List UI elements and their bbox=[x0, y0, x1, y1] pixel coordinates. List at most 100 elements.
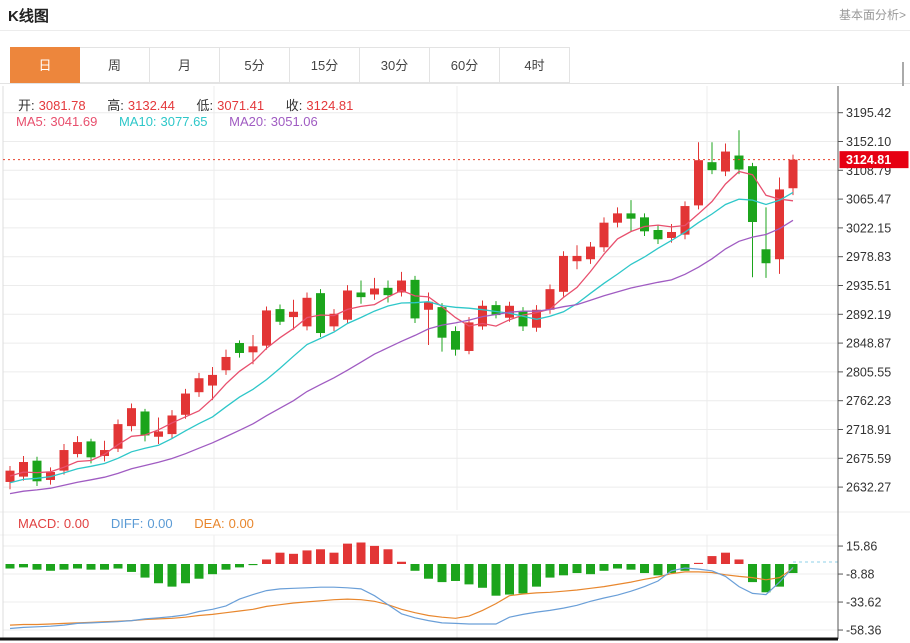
candle bbox=[667, 231, 676, 238]
macd-bar bbox=[181, 564, 190, 584]
macd-bar bbox=[734, 559, 744, 564]
tab-0[interactable]: 日 bbox=[10, 47, 80, 83]
open-value: 3081.78 bbox=[38, 98, 86, 113]
dea-value: 0.00 bbox=[228, 516, 254, 531]
candle bbox=[302, 297, 312, 327]
ohlc-legend: 开: 3081.78 高: 3132.44 低: 3071.41 收: 3124.81 bbox=[18, 95, 357, 114]
tick-label: 2762.23 bbox=[846, 394, 891, 408]
ma20-label: MA20: bbox=[229, 114, 267, 129]
macd-bar bbox=[613, 564, 622, 569]
macd-bar bbox=[451, 564, 460, 581]
macd-bar bbox=[329, 552, 339, 564]
tick-label: 2805.55 bbox=[846, 365, 891, 379]
candle bbox=[275, 309, 285, 322]
candle bbox=[86, 441, 96, 458]
tick-label: 3195.42 bbox=[846, 106, 891, 120]
candle bbox=[208, 374, 217, 386]
tick-label: 2632.27 bbox=[846, 481, 891, 495]
macd-bar bbox=[586, 564, 595, 575]
tab-2[interactable]: 月 bbox=[150, 47, 220, 83]
macd-bar bbox=[262, 559, 271, 564]
candle bbox=[761, 249, 771, 264]
fundamental-analysis-link[interactable]: 基本面分析> bbox=[839, 6, 906, 23]
candle bbox=[572, 255, 582, 262]
scroll-indicator[interactable] bbox=[902, 62, 904, 86]
last-price-tag-label: 3124.81 bbox=[846, 153, 891, 167]
price-axis: 3195.423152.103108.793065.473022.152978.… bbox=[837, 86, 909, 639]
macd-legend: MACD: 0.00 DIFF: 0.00 DEA: 0.00 bbox=[18, 516, 258, 531]
tab-3[interactable]: 5分 bbox=[220, 47, 290, 83]
macd-bar bbox=[235, 564, 244, 568]
candle bbox=[154, 431, 163, 437]
macd-bar bbox=[302, 550, 312, 564]
macd-bar bbox=[653, 564, 663, 576]
macd-bar bbox=[748, 564, 757, 583]
macd-bar bbox=[626, 564, 636, 570]
macd-bar bbox=[464, 564, 474, 585]
candle bbox=[788, 159, 798, 189]
tab-7[interactable]: 4时 bbox=[500, 47, 570, 83]
candle bbox=[613, 213, 622, 223]
macd-bar bbox=[113, 564, 123, 569]
macd-bar bbox=[640, 564, 649, 574]
macd-bar bbox=[289, 553, 298, 564]
low-label: 低: bbox=[196, 98, 214, 113]
tick-label: 2675.59 bbox=[846, 452, 891, 466]
ma5-line bbox=[9, 170, 794, 477]
macd-bar bbox=[680, 564, 690, 571]
tick-label: -33.62 bbox=[846, 596, 881, 610]
candle bbox=[221, 356, 231, 371]
low-value: 3071.41 bbox=[217, 98, 265, 113]
macd-bar bbox=[32, 564, 42, 570]
tab-6[interactable]: 60分 bbox=[430, 47, 500, 83]
tab-4[interactable]: 15分 bbox=[290, 47, 360, 83]
bottom-frame bbox=[0, 637, 838, 641]
ma-legend: MA5: 3041.69 MA10: 3077.65 MA20: 3051.06 bbox=[16, 114, 322, 129]
ma10-value: 3077.65 bbox=[160, 114, 208, 129]
candle bbox=[316, 293, 325, 334]
macd-bar bbox=[140, 564, 150, 578]
candle bbox=[626, 213, 636, 219]
candle bbox=[19, 462, 28, 477]
candle bbox=[194, 378, 204, 393]
macd-bar bbox=[437, 564, 447, 583]
macd-bar bbox=[100, 564, 109, 570]
macd-bar bbox=[194, 564, 204, 579]
candle bbox=[181, 393, 190, 415]
macd-bar bbox=[478, 564, 487, 588]
candle bbox=[734, 155, 744, 170]
tab-5[interactable]: 30分 bbox=[360, 47, 430, 83]
candle bbox=[73, 442, 82, 455]
diff-label: DIFF: bbox=[110, 516, 144, 531]
ma20-value: 3051.06 bbox=[270, 114, 318, 129]
macd-bar bbox=[19, 564, 28, 568]
macd-bar bbox=[545, 564, 555, 578]
grid-layer bbox=[0, 86, 910, 639]
macd-bar bbox=[127, 564, 136, 572]
close-value: 3124.81 bbox=[306, 98, 354, 113]
candle bbox=[383, 287, 393, 296]
macd-bar bbox=[424, 564, 433, 579]
dea-line bbox=[9, 568, 794, 626]
candle bbox=[640, 217, 649, 232]
macd-bar bbox=[694, 562, 703, 564]
tab-1[interactable]: 周 bbox=[80, 47, 150, 83]
candle bbox=[289, 311, 298, 318]
tick-label: 3065.47 bbox=[846, 193, 891, 207]
candle bbox=[140, 411, 150, 436]
macd-layer bbox=[5, 542, 838, 630]
macd-bar bbox=[46, 564, 55, 571]
tick-label: 15.86 bbox=[846, 540, 877, 554]
macd-bar bbox=[59, 564, 69, 570]
macd-bar bbox=[221, 564, 231, 570]
open-label: 开: bbox=[18, 98, 35, 113]
tick-label: 3022.15 bbox=[846, 221, 891, 235]
candle bbox=[235, 343, 244, 353]
macd-bar bbox=[383, 549, 393, 564]
macd-bar bbox=[491, 564, 501, 596]
tick-label: 2718.91 bbox=[846, 423, 891, 437]
candles-layer bbox=[5, 130, 798, 490]
high-label: 高: bbox=[107, 98, 124, 113]
kline-chart-canvas[interactable]: 3195.423152.103108.793065.473022.152978.… bbox=[0, 86, 910, 643]
macd-bar bbox=[343, 543, 352, 564]
